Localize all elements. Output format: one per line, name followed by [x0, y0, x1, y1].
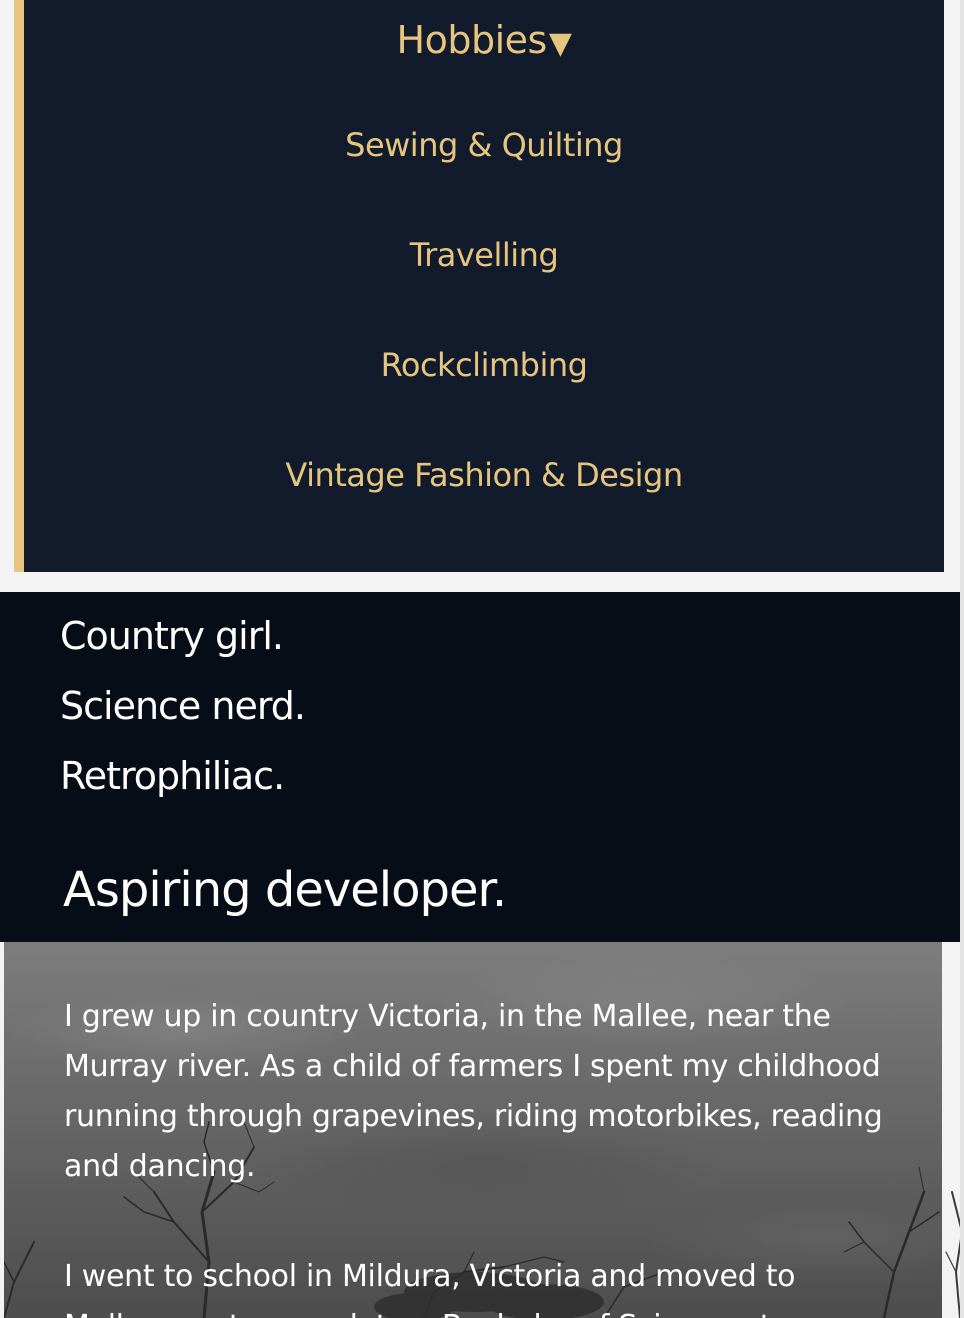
menu-item-vintage-fashion-design[interactable]: Vintage Fashion & Design	[24, 456, 944, 494]
hobbies-toggle-label: Hobbies	[396, 18, 548, 62]
hobbies-toggle[interactable]: Hobbies▼	[24, 18, 944, 62]
menu-item-travelling[interactable]: Travelling	[24, 236, 944, 274]
triangle-down-icon: ▼	[548, 26, 572, 61]
bio-section: I grew up in country Victoria, in the Ma…	[4, 942, 942, 1318]
intro-line-science-nerd: Science nerd.	[60, 684, 306, 728]
bio-paragraph-2: I went to school in Mildura, Victoria an…	[64, 1259, 796, 1318]
menu-item-sewing-quilting[interactable]: Sewing & Quilting	[24, 126, 944, 164]
menu-item-rockclimbing[interactable]: Rockclimbing	[24, 346, 944, 384]
hobbies-dropdown: Hobbies▼ Sewing & Quilting Travelling Ro…	[14, 0, 944, 572]
scrollbar[interactable]	[960, 0, 964, 1318]
intro-line-retrophiliac: Retrophiliac.	[60, 754, 285, 798]
intro-headline: Aspiring developer.	[63, 862, 507, 918]
bio-paragraph-1: I grew up in country Victoria, in the Ma…	[64, 999, 883, 1184]
intro-line-country-girl: Country girl.	[60, 614, 284, 658]
intro-section: Country girl. Science nerd. Retrophiliac…	[0, 592, 960, 942]
